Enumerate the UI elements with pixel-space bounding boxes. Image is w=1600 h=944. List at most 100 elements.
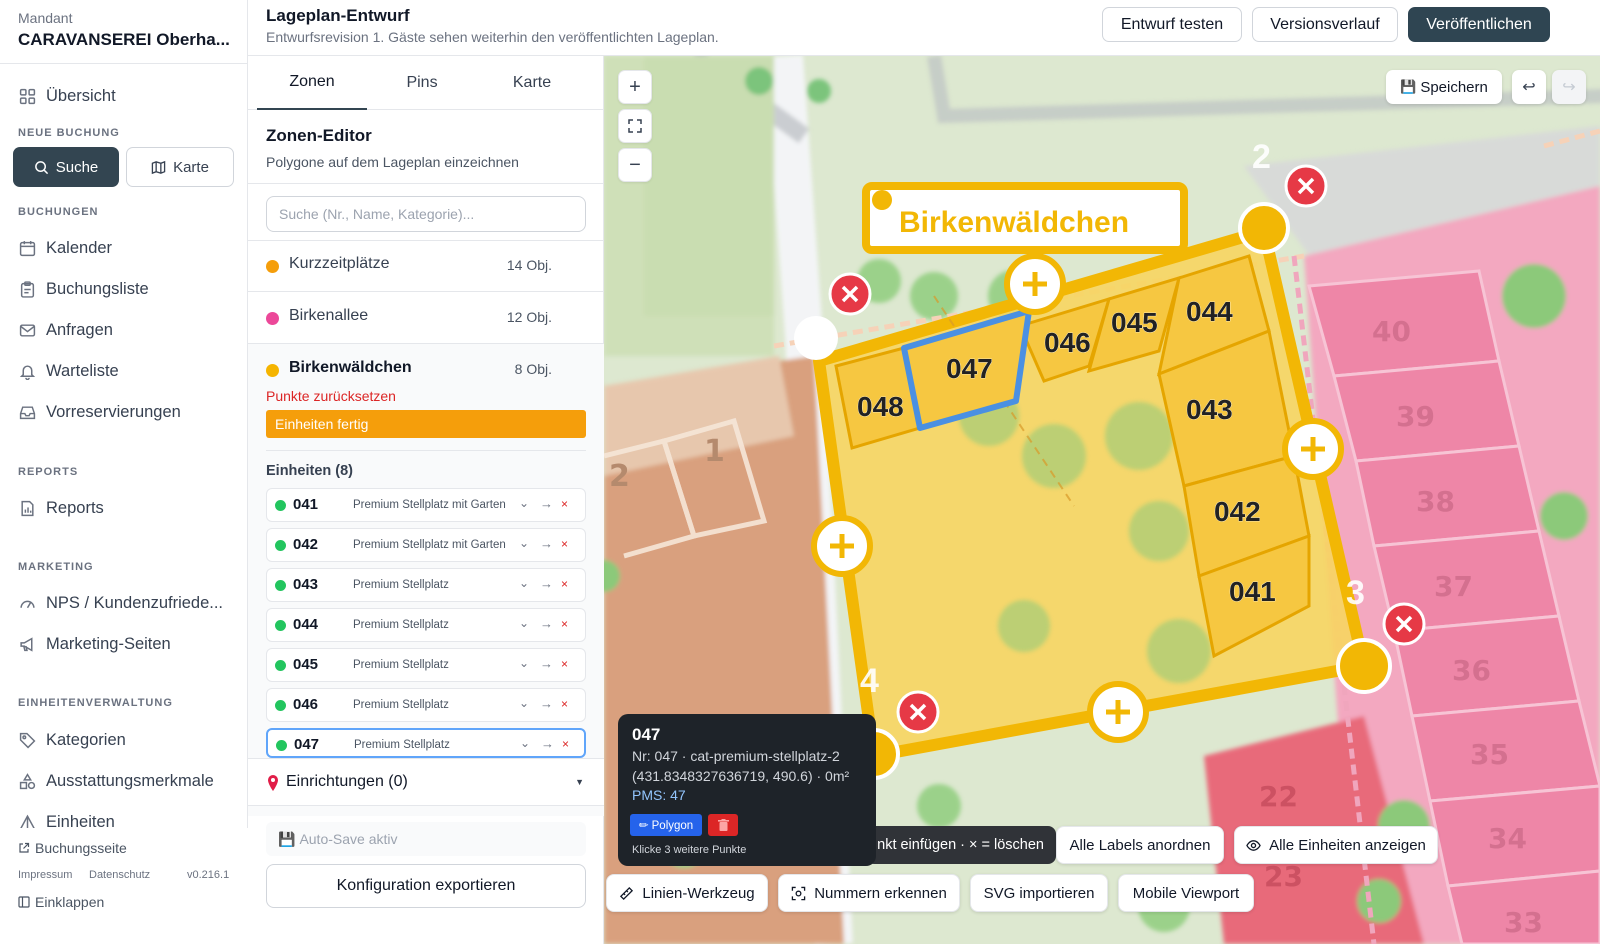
show-all-units-button[interactable]: Alle Einheiten anzeigen [1234, 826, 1438, 864]
label-handle[interactable] [872, 190, 892, 210]
unit-category-select[interactable]: Premium Stellplatz [353, 659, 513, 671]
zoom-in-button[interactable]: + [618, 70, 652, 104]
add-point-icon[interactable] [1087, 681, 1149, 743]
map-canvas[interactable]: 1 2 40 39 38 37 36 35 34 33 22 23 048 04… [604, 56, 1600, 944]
map-pin-icon [268, 775, 278, 791]
nav-calendar[interactable]: Kalender [18, 236, 112, 260]
add-point-icon[interactable] [1282, 418, 1344, 480]
arrow-right-icon[interactable]: → [540, 696, 553, 711]
arrow-right-icon[interactable]: → [541, 736, 554, 751]
unit-row-selected[interactable]: 047 Premium Stellplatz ⌄ → × [266, 728, 586, 758]
nav-prereservations[interactable]: Vorreservierungen [18, 400, 181, 424]
tenant-switcher[interactable]: Mandant CARAVANSEREI Oberha... [0, 0, 247, 64]
tab-pins[interactable]: Pins [367, 56, 477, 110]
close-icon[interactable] [1284, 164, 1328, 208]
collapse-sidebar-button[interactable]: Einklappen [18, 894, 104, 910]
save-button[interactable]: 💾 Speichern [1386, 70, 1502, 104]
delete-icon[interactable]: × [561, 697, 568, 711]
add-point-icon[interactable] [811, 515, 873, 577]
chevron-down-icon[interactable]: ⌄ [519, 496, 529, 510]
arrow-right-icon[interactable]: → [540, 576, 553, 591]
unit-category-select[interactable]: Premium Stellplatz mit Garten [353, 539, 513, 551]
nav-marketing-pages[interactable]: Marketing-Seiten [18, 632, 171, 656]
nav-waitlist[interactable]: Warteliste [18, 359, 119, 383]
tab-zones[interactable]: Zonen [257, 56, 367, 110]
delete-polygon-button[interactable] [708, 814, 738, 836]
tab-map[interactable]: Karte [477, 56, 587, 110]
nav-categories[interactable]: Kategorien [18, 728, 126, 752]
lot-label: 2 [609, 459, 630, 494]
search-booking-button[interactable]: Suche [13, 147, 119, 187]
version-history-button[interactable]: Versionsverlauf [1252, 7, 1398, 42]
facilities-accordion[interactable]: Einrichtungen (0) ▼ [248, 758, 604, 806]
zone-color-dot [266, 364, 279, 377]
import-svg-button[interactable]: SVG importieren [970, 874, 1108, 912]
map-booking-button[interactable]: Karte [126, 147, 234, 187]
unit-category-select[interactable]: Premium Stellplatz [353, 619, 513, 631]
fit-view-button[interactable] [618, 109, 652, 143]
close-icon[interactable] [896, 690, 940, 734]
delete-icon[interactable]: × [561, 617, 568, 631]
arrow-right-icon[interactable]: → [540, 496, 553, 511]
unit-status-dot [275, 540, 286, 551]
unit-category-select[interactable]: Premium Stellplatz [353, 579, 513, 591]
chevron-down-icon[interactable]: ⌄ [519, 696, 529, 710]
privacy-link[interactable]: Datenschutz [89, 869, 150, 881]
chevron-down-icon[interactable]: ⌄ [520, 736, 530, 750]
zoom-out-button[interactable]: − [618, 148, 652, 182]
add-point-icon[interactable] [1004, 253, 1066, 315]
chevron-down-icon[interactable]: ⌄ [519, 616, 529, 630]
vertex-handle[interactable] [1336, 638, 1392, 694]
unit-category-select[interactable]: Premium Stellplatz mit Garten [353, 499, 513, 511]
nav-booking-list[interactable]: Buchungsliste [18, 277, 149, 301]
publish-button[interactable]: Veröffentlichen [1408, 7, 1550, 42]
chevron-down-icon[interactable]: ⌄ [519, 576, 529, 590]
imprint-link[interactable]: Impressum [18, 869, 72, 881]
delete-icon[interactable]: × [561, 577, 568, 591]
line-tool-button[interactable]: Linien-Werkzeug [606, 874, 768, 912]
test-draft-button[interactable]: Entwurf testen [1102, 7, 1242, 42]
arrow-right-icon[interactable]: → [540, 536, 553, 551]
unit-row[interactable]: 046 Premium Stellplatz ⌄ → × [266, 688, 586, 722]
nav-nps-label: NPS / Kundenzufriede... [46, 593, 224, 612]
detect-numbers-button[interactable]: Nummern erkennen [778, 874, 960, 912]
mobile-viewport-button[interactable]: Mobile Viewport [1118, 874, 1254, 912]
zone-search-input[interactable]: Suche (Nr., Name, Kategorie)... [266, 196, 586, 232]
unit-row[interactable]: 045 Premium Stellplatz ⌄ → × [266, 648, 586, 682]
delete-icon[interactable]: × [561, 657, 568, 671]
chevron-down-icon[interactable]: ⌄ [519, 536, 529, 550]
unit-category-select[interactable]: Premium Stellplatz [354, 739, 514, 751]
polygon-mode-button[interactable]: ✏ Polygon [630, 814, 702, 836]
unit-row[interactable]: 042 Premium Stellplatz mit Garten ⌄ → × [266, 528, 586, 562]
delete-icon[interactable]: × [561, 497, 568, 511]
chevron-down-icon[interactable]: ⌄ [519, 656, 529, 670]
delete-icon[interactable]: × [562, 737, 569, 751]
reset-points-link[interactable]: Punkte zurücksetzen [266, 388, 396, 404]
unit-number: 041 [293, 496, 319, 513]
unit-number: 047 [294, 736, 320, 753]
unit-category-select[interactable]: Premium Stellplatz [353, 699, 513, 711]
unit-row[interactable]: 043 Premium Stellplatz ⌄ → × [266, 568, 586, 602]
arrow-right-icon[interactable]: → [540, 656, 553, 671]
redo-button[interactable]: ↪ [1552, 70, 1586, 104]
nav-reports[interactable]: Reports [18, 496, 104, 520]
unit-row[interactable]: 044 Premium Stellplatz ⌄ → × [266, 608, 586, 642]
tenant-label: Mandant [18, 10, 73, 26]
delete-icon[interactable]: × [561, 537, 568, 551]
nav-features[interactable]: Ausstattungsmerkmale [18, 769, 214, 793]
nav-overview[interactable]: Übersicht [18, 84, 116, 108]
zone-item-birkenallee[interactable]: Birkenallee 12 Obj. [248, 292, 604, 344]
booking-page-link[interactable]: Buchungsseite [18, 840, 127, 856]
undo-button[interactable]: ↩ [1512, 70, 1546, 104]
arrow-right-icon[interactable]: → [540, 616, 553, 631]
close-icon[interactable] [1382, 602, 1426, 646]
export-config-button[interactable]: Konfiguration exportieren [266, 864, 586, 908]
unit-row[interactable]: 041 Premium Stellplatz mit Garten ⌄ → × [266, 488, 586, 522]
arrange-labels-button[interactable]: Alle Labels anordnen [1056, 826, 1224, 864]
vertex-handle[interactable] [1238, 202, 1290, 254]
nav-inquiries[interactable]: Anfragen [18, 318, 113, 342]
zone-item-kurzzeitplaetze[interactable]: Kurzzeitplätze 14 Obj. [248, 240, 604, 292]
units-done-button[interactable]: Einheiten fertig [266, 410, 586, 438]
close-icon[interactable] [828, 272, 872, 316]
nav-nps[interactable]: NPS / Kundenzufriede... [18, 591, 223, 615]
